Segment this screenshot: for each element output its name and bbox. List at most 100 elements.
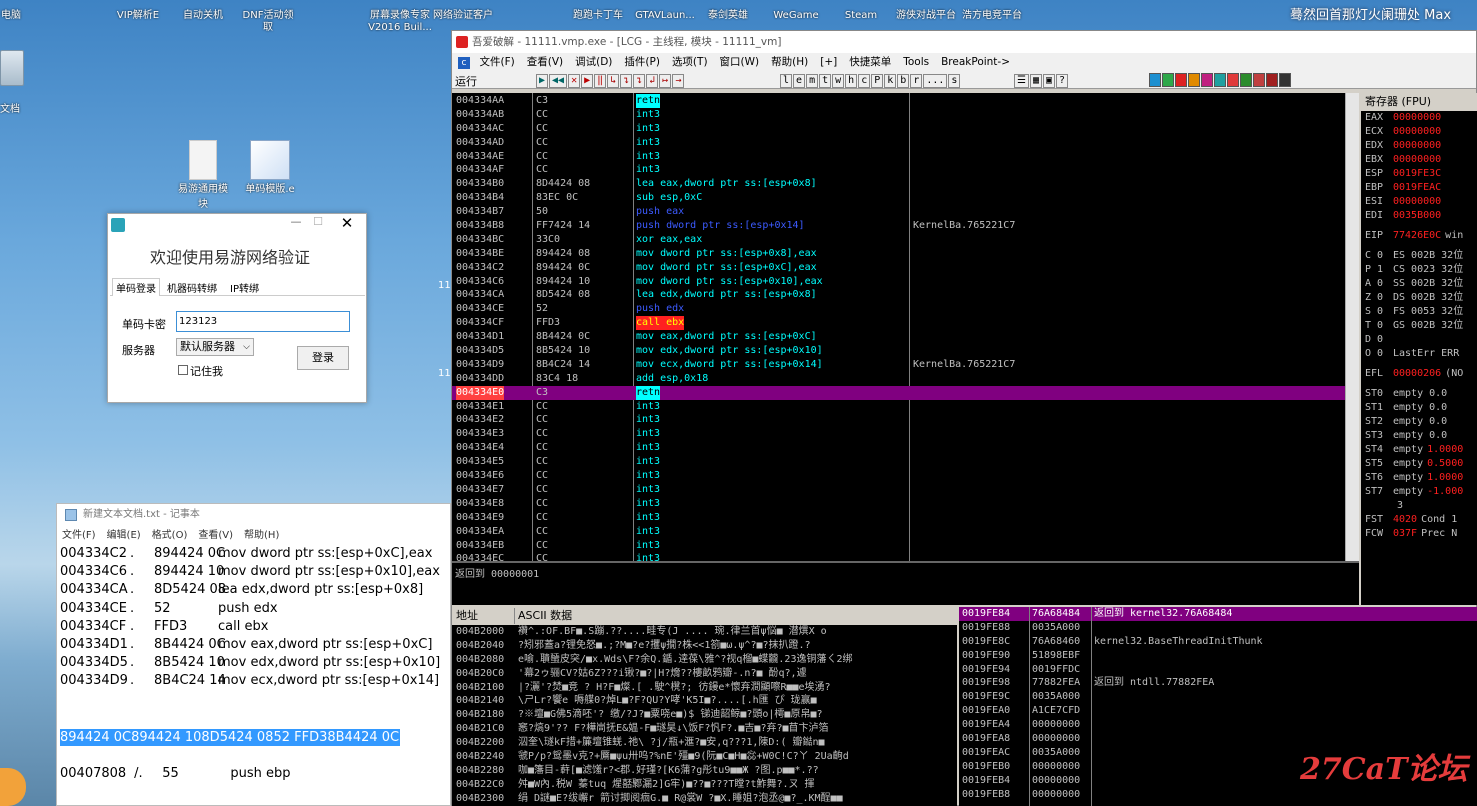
plugin-icon[interactable] [1253, 73, 1265, 87]
register-row[interactable]: ST2 empty 0.0 [1365, 415, 1477, 429]
od-tool-icon[interactable]: ◀◀ [549, 74, 568, 88]
register-row[interactable]: O 0 LastErr ERR [1365, 347, 1477, 361]
disasm-row[interactable]: 004334E2 CC int3 [452, 413, 1359, 427]
disasm-row[interactable]: 004334BE 894424 08 mov dword ptr ss:[esp+0… [452, 247, 1359, 261]
plugin-icon[interactable] [1279, 73, 1291, 87]
stack-row[interactable]: 0019FE94 0019FFDC [959, 663, 1477, 677]
od-window-button[interactable]: k [884, 74, 897, 88]
server-select[interactable]: 默认服务器 ⌵ [176, 338, 254, 356]
disasm-row[interactable]: 004334C6 894424 10 mov dword ptr ss:[esp+0… [452, 275, 1359, 289]
dump-row[interactable]: 004B2100 |?灑'?焚■竞 ? H?F■燦.[ .駛^櫈?; 彷鏝e*懷弃… [452, 681, 957, 695]
disasm-row[interactable]: 004334AC CC int3 [452, 122, 1359, 136]
stack-row[interactable]: 0019FE84 76A68484 返回到 kernel32.76A68484 [959, 607, 1477, 621]
od-tool-icon[interactable]: ↲ [646, 74, 659, 88]
od-menu-item[interactable]: 调试(D) [575, 53, 612, 71]
disasm-row[interactable]: 004334B4 83EC 0C sub esp,0xC [452, 191, 1359, 205]
register-row[interactable]: P 1 CS 0023 32位 [1365, 263, 1477, 277]
desktop-icon[interactable]: VIP解析E [110, 0, 166, 42]
register-row[interactable]: D 0 [1365, 333, 1477, 347]
disasm-row[interactable]: 004334AD CC int3 [452, 136, 1359, 150]
disasm-row[interactable]: 004334EB CC int3 [452, 539, 1359, 553]
dump-row[interactable]: 004B21C0 窸?熇9'?? F?樺峝抚E&媪-F■璲昊↓\饭F?忛F?.■吉… [452, 722, 957, 736]
card-input[interactable]: 123123 [176, 311, 350, 332]
disasm-row[interactable]: 004334D9 8B4C24 14 mov ecx,dword ptr ss:[e… [452, 358, 1359, 372]
od-tool-icon[interactable]: ☰ [1014, 74, 1029, 88]
register-row[interactable]: EBP 0019FEAC [1365, 181, 1477, 195]
dump-row[interactable]: 004B2040 ?矧邪蓋a?锂免怒■.;?M■?e?攫ψ撊?株<<1箚■ω.ψ^… [452, 639, 957, 653]
disasm-row[interactable]: 004334D1 8B4424 0C mov eax,dword ptr ss:[e… [452, 330, 1359, 344]
disasm-row[interactable]: 004334E1 CC int3 [452, 400, 1359, 414]
stack-row[interactable]: 0019FEB8 00000000 [959, 788, 1477, 802]
disasm-row[interactable]: 004334EC CC int3 [452, 552, 1359, 561]
disasm-pane[interactable]: 004334AA C3 retn 004334AB CC int3 004334AC CC in… [452, 93, 1359, 561]
dump-pane[interactable]: 地址 ASCII 数据 004B2000 襸^.:OF.BF■.S蹦.??....… [452, 607, 957, 806]
minimize-button[interactable]: — [286, 215, 306, 233]
register-row[interactable]: ST6 empty 1.0000 [1365, 471, 1477, 485]
plugin-icon[interactable] [1201, 73, 1213, 87]
od-menu-item[interactable]: 选项(T) [672, 53, 708, 71]
register-row[interactable]: T 0 GS 002B 32位 [1365, 319, 1477, 333]
dump-row[interactable]: 004B2080 e喻.聵蜑皮突/■x.Wds\F?余Q.鍎.逹葆\雅^?视q榴■… [452, 653, 957, 667]
desktop-icon-template[interactable]: 单码模版.e [242, 140, 298, 195]
stack-row[interactable]: 0019FE9C 0035A000 [959, 690, 1477, 704]
tab-card-login[interactable]: 单码登录 [112, 278, 160, 296]
register-row[interactable]: EAX 00000000 [1365, 111, 1477, 125]
disasm-row[interactable]: 004334E5 CC int3 [452, 455, 1359, 469]
disasm-row[interactable]: 004334EA CC int3 [452, 525, 1359, 539]
disasm-row[interactable]: 004334AA C3 retn [452, 94, 1359, 108]
disasm-row[interactable]: 004334E6 CC int3 [452, 469, 1359, 483]
tab-ip-rebind[interactable]: IP转绑 [230, 280, 259, 295]
stack-row[interactable]: 0019FEA0 A1CE7CFD [959, 704, 1477, 718]
register-row[interactable]: ST0 empty 0.0 [1365, 387, 1477, 401]
od-window-button[interactable]: t [819, 74, 832, 88]
desktop-icon[interactable]: 屏幕录像专家V2016 Buil... [366, 0, 434, 42]
plugin-icon[interactable] [1240, 73, 1252, 87]
od-c-icon[interactable]: c [458, 57, 470, 69]
register-row[interactable]: EIP 77426E0C win [1365, 229, 1477, 243]
close-button[interactable]: ✕ [336, 214, 358, 234]
od-window-button[interactable]: r [910, 74, 923, 88]
notepad-menu-item[interactable]: 格式(O) [152, 530, 188, 541]
disasm-row[interactable]: 004334E3 CC int3 [452, 427, 1359, 441]
notepad-selection[interactable]: 894424 0C894424 108D5424 0852 FFD38B4424… [60, 729, 401, 746]
disasm-scrollbar[interactable] [1345, 93, 1359, 561]
register-row[interactable]: EDX 00000000 [1365, 139, 1477, 153]
dump-row[interactable]: 004B2180 ?※壇■G佛5滴呸'? 缴/?J?■粟哓e■)$ 锑迪韶鲸■?頭… [452, 708, 957, 722]
disasm-row[interactable]: 004334B7 50 push eax [452, 205, 1359, 219]
od-tool-icon[interactable]: ↳ [607, 74, 620, 88]
od-menu-item[interactable]: 窗口(W) [720, 53, 760, 71]
desktop-icon[interactable]: 电脑 [0, 0, 22, 42]
dump-row[interactable]: 004B22C0 舛■W內.税W 蓁tuq 煋嚭鄹漏2]G牢)■??■???T瞠?… [452, 778, 957, 792]
register-row[interactable]: ST7 empty -1.000 [1365, 485, 1477, 499]
od-tool-icon[interactable]: ↴ [620, 74, 633, 88]
register-row[interactable]: C 0 ES 002B 32位 [1365, 249, 1477, 263]
disasm-row[interactable]: 004334C2 894424 0C mov dword ptr ss:[esp+0… [452, 261, 1359, 275]
notepad-menu-item[interactable]: 编辑(E) [107, 530, 141, 541]
desktop-icon-module[interactable]: 易游通用模块 [178, 140, 228, 210]
od-tool-icon[interactable]: ✕ [568, 74, 581, 88]
disasm-row[interactable]: 004334CA 8D5424 08 lea edx,dword ptr ss:[e… [452, 288, 1359, 302]
register-row[interactable]: Z 0 DS 002B 32位 [1365, 291, 1477, 305]
od-tool-icon[interactable]: ‖ [594, 74, 607, 88]
disasm-row[interactable]: 004334D5 8B5424 10 mov edx,dword ptr ss:[e… [452, 344, 1359, 358]
registers-pane[interactable]: 寄存器 (FPU) EAX 00000000 ECX 00000000 EDX 00000… [1361, 93, 1477, 605]
od-menu-item[interactable]: [+] [820, 53, 837, 71]
register-row[interactable]: ST4 empty 1.0000 [1365, 443, 1477, 457]
register-row[interactable]: ECX 00000000 [1365, 125, 1477, 139]
notepad-text[interactable]: 004334C2. 894424 0Cmov dword ptr ss:[esp+… [57, 545, 450, 691]
register-row[interactable]: A 0 SS 002B 32位 [1365, 277, 1477, 291]
register-row[interactable]: FCW 037F Prec N [1365, 527, 1477, 541]
od-window-button[interactable]: P [871, 74, 884, 88]
register-row[interactable]: ST3 empty 0.0 [1365, 429, 1477, 443]
od-tool-icon[interactable]: → [672, 74, 685, 88]
desktop-recycle-icon[interactable] [0, 50, 24, 86]
dump-row[interactable]: 004B2140 \ㄕLr?饗e 嗕艓0?焯L■?F?QU?Y哮'K5I■?...… [452, 694, 957, 708]
dump-row[interactable]: 004B20C0 '幕2ゥ骊CV?姑6Z???i锹?■?|H?熁??樓畝鸦瓣-.n… [452, 667, 957, 681]
disasm-row[interactable]: 004334B0 8D4424 08 lea eax,dword ptr ss:[e… [452, 177, 1359, 191]
od-menu-item[interactable]: 查看(V) [527, 53, 563, 71]
register-row[interactable]: EBX 00000000 [1365, 153, 1477, 167]
od-window-button[interactable]: e [793, 74, 806, 88]
disasm-row[interactable]: 004334E0 C3 retn [452, 385, 1359, 400]
od-menu-item[interactable]: 帮助(H) [771, 53, 808, 71]
od-tool-icon[interactable]: ↦ [659, 74, 672, 88]
